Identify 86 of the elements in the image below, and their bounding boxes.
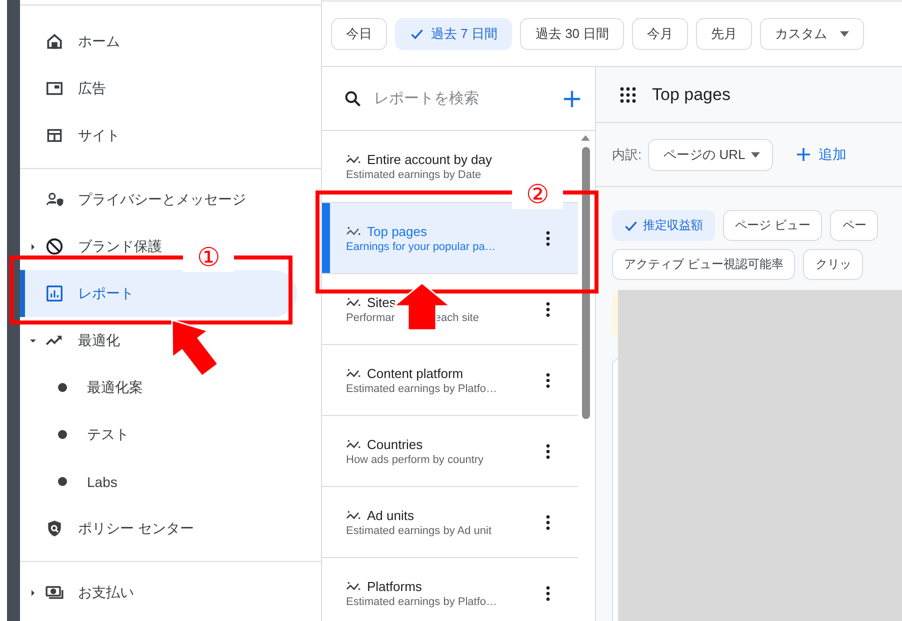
more-icon[interactable]	[546, 444, 550, 458]
metric-chip[interactable]: 推定収益額	[612, 210, 715, 241]
report-description: Performar	[346, 312, 395, 324]
report-description: Estimated earnings by Date	[346, 169, 482, 181]
date-range-chip[interactable]: 今日	[331, 18, 387, 50]
sparkle-chart-icon	[346, 438, 362, 450]
metric-chip[interactable]: クリッ	[803, 249, 864, 280]
breakdown-label: 内訳:	[612, 146, 642, 164]
money-icon	[45, 583, 64, 602]
report-item[interactable]: Ad units Estimated earnings by Ad unit	[322, 487, 578, 558]
nav-item[interactable]: サイト	[20, 112, 128, 159]
nav-subitem[interactable]: テスト	[20, 411, 137, 458]
report-description: Estimated earnings by Ad unit	[346, 524, 492, 536]
nav-item[interactable]: お支払い	[20, 569, 142, 616]
apps-grid-icon[interactable]	[620, 86, 636, 102]
date-range-chip[interactable]: 過去 7 日間	[395, 18, 512, 50]
report-item[interactable]: Platforms Estimated earnings by Platfo…	[322, 558, 578, 621]
date-range-chip[interactable]: 過去 30 日間	[520, 18, 624, 50]
dropdown-icon	[751, 152, 760, 158]
plus-icon[interactable]	[563, 90, 581, 108]
report-title: Ad units	[367, 508, 414, 522]
report-item[interactable]: Top pages Earnings for your popular pa…	[322, 203, 578, 274]
report-title: Entire account by day	[367, 152, 492, 167]
nav-item[interactable]: ポリシー センター	[20, 505, 202, 552]
nav-subitem[interactable]: Labs	[20, 458, 126, 505]
ad-icon	[45, 79, 64, 98]
more-icon[interactable]	[546, 372, 550, 388]
more-icon[interactable]	[546, 302, 550, 316]
nav-item[interactable]: ホーム	[20, 18, 128, 65]
date-range-chip[interactable]: カスタム	[760, 18, 864, 50]
privacy-icon	[45, 190, 64, 209]
site-icon	[45, 126, 64, 145]
bullet-icon	[58, 430, 67, 439]
report-title: Top pages	[367, 224, 427, 238]
report-title: Content platform	[367, 366, 464, 380]
bullet-icon	[58, 477, 67, 486]
caret-icon[interactable]	[30, 590, 36, 596]
bullet-icon	[58, 383, 67, 392]
scrollbar-thumb[interactable]	[582, 147, 590, 419]
nav-item[interactable]: ブランド保護	[20, 223, 170, 270]
nav-subitem[interactable]: 最適化案	[20, 364, 151, 411]
report-item[interactable]: Countries How ads perform by country	[322, 416, 578, 487]
step-number: ②	[512, 181, 564, 209]
report-heading: Top pages	[652, 84, 730, 104]
sparkle-chart-icon	[346, 510, 362, 520]
scroll-up-icon[interactable]	[581, 135, 590, 141]
more-icon[interactable]	[546, 514, 550, 530]
report-description: Estimated earnings by Platfo…	[346, 596, 498, 608]
metric-chip[interactable]: ページ ビュー	[723, 210, 822, 241]
date-range-chip[interactable]: 今月	[632, 18, 688, 50]
nav-item[interactable]: プライバシーとメッセージ	[20, 176, 254, 223]
report-title: Platforms	[367, 578, 422, 594]
more-icon[interactable]	[546, 230, 550, 246]
sparkle-chart-icon	[346, 154, 362, 165]
sparkle-chart-icon	[346, 580, 362, 592]
caret-icon[interactable]	[30, 244, 36, 250]
search-field[interactable]: レポートを検索	[372, 89, 563, 108]
report-title: Countries	[367, 436, 423, 452]
sparkle-chart-icon	[346, 368, 362, 378]
report-description: Estimated earnings by Platfo…	[346, 382, 498, 394]
nav-item[interactable]: 広告	[20, 65, 114, 112]
chart-icon	[45, 284, 64, 303]
report-description: Earnings for your popular pa…	[346, 240, 496, 252]
block-icon	[45, 237, 64, 256]
step-number: ①	[183, 244, 234, 272]
more-icon[interactable]	[546, 586, 550, 600]
pointer-arrow	[171, 318, 220, 378]
date-range-chip[interactable]: 先月	[696, 18, 752, 50]
nav-item[interactable]: レポート	[20, 270, 297, 317]
search-icon	[344, 90, 362, 108]
sparkle-chart-icon	[346, 226, 362, 236]
sparkle-chart-icon	[346, 296, 362, 308]
home-icon	[45, 32, 64, 51]
report-description: How ads perform by country	[346, 454, 484, 466]
report-item[interactable]: Content platform Estimated earnings by Platfo…	[322, 345, 578, 416]
nav-item[interactable]: 最適化	[20, 317, 128, 364]
metric-chip[interactable]: アクティブ ビュー視認可能率	[612, 249, 796, 280]
breakdown-dropdown[interactable]: ページの URL	[648, 138, 774, 170]
add-button[interactable]: 追加	[791, 146, 852, 164]
metric-chip[interactable]: ペー	[830, 210, 878, 241]
check-icon	[410, 27, 424, 41]
check-icon	[624, 218, 638, 232]
caret-icon[interactable]	[30, 338, 36, 344]
report-title: Sites	[367, 294, 396, 310]
plus-icon	[797, 148, 810, 161]
policy-icon	[45, 519, 64, 538]
